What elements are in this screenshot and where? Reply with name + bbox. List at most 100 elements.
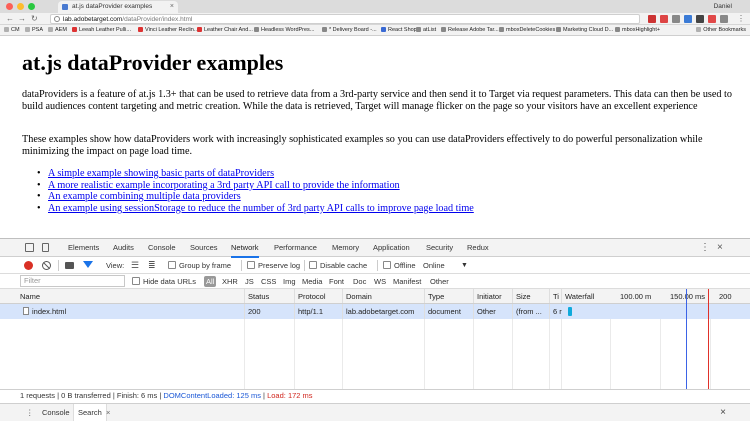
bookmark-item[interactable]: mboxDeleteCookies: [499, 25, 555, 35]
tab-console[interactable]: Console: [148, 239, 176, 257]
back-arrow-icon[interactable]: ←: [6, 13, 14, 25]
type-filter-doc[interactable]: Doc: [353, 274, 366, 289]
forward-arrow-icon[interactable]: →: [18, 13, 26, 25]
bookmark-item[interactable]: mboxHighlight+: [615, 25, 660, 35]
maximize-window-button[interactable]: [28, 3, 35, 10]
large-rows-icon[interactable]: ☰: [131, 257, 139, 274]
bookmark-item[interactable]: Headless WordPres...: [254, 25, 314, 35]
filter-icon[interactable]: [83, 261, 93, 268]
waterfall-gridline: [710, 319, 711, 389]
type-filter-manifest[interactable]: Manifest: [393, 274, 421, 289]
column-divider: [473, 319, 474, 389]
url-host: lab.adobetarget.com: [63, 16, 123, 23]
bookmark-item[interactable]: Leather Chair And...: [197, 25, 253, 35]
tab-audits[interactable]: Audits: [113, 239, 134, 257]
bookmark-item[interactable]: Leeah Leather Pulli...: [72, 25, 131, 35]
group-by-frame-checkbox[interactable]: [168, 261, 176, 269]
drawer-menu-icon[interactable]: ⋮: [26, 404, 34, 421]
column-header-protocol[interactable]: Protocol: [294, 289, 343, 303]
type-filter-media[interactable]: Media: [302, 274, 322, 289]
bookmark-item[interactable]: CM: [4, 25, 20, 35]
bookmark-item[interactable]: React Shop: [381, 25, 417, 35]
bookmark-item[interactable]: * Delivery Board -...: [322, 25, 377, 35]
tab-security[interactable]: Security: [426, 239, 453, 257]
column-divider: [294, 319, 295, 389]
column-header-domain[interactable]: Domain: [342, 289, 425, 303]
drawer-tab-search[interactable]: Search: [73, 404, 107, 421]
tab-network[interactable]: Network: [231, 239, 259, 258]
reload-icon[interactable]: ↻: [31, 13, 38, 25]
example-link[interactable]: An example using sessionStorage to reduc…: [48, 203, 474, 214]
tab-close-icon[interactable]: ×: [170, 1, 174, 13]
type-filter-ws[interactable]: WS: [374, 274, 386, 289]
column-header-name[interactable]: Name: [17, 289, 245, 303]
extension-icon[interactable]: [696, 15, 704, 23]
request-name-cell: index.html: [17, 304, 245, 319]
example-link[interactable]: A more realistic example incorporating a…: [48, 180, 400, 191]
extension-icon[interactable]: [684, 15, 692, 23]
device-toolbar-icon[interactable]: [42, 243, 49, 252]
bookmark-item[interactable]: Marketing Cloud D...: [556, 25, 613, 35]
capture-screenshots-icon[interactable]: [65, 262, 74, 269]
list-item: A more realistic example incorporating a…: [48, 180, 474, 192]
column-header-status[interactable]: Status: [244, 289, 295, 303]
close-window-button[interactable]: [6, 3, 13, 10]
tab-performance[interactable]: Performance: [274, 239, 317, 257]
type-filter-other[interactable]: Other: [430, 274, 449, 289]
extension-icon[interactable]: [720, 15, 728, 23]
drawer-tab-close-icon[interactable]: ×: [106, 404, 110, 421]
tab-memory[interactable]: Memory: [332, 239, 359, 257]
browser-tab[interactable]: at.js dataProvider examples ×: [58, 1, 178, 13]
tab-redux[interactable]: Redux: [467, 239, 489, 257]
browser-tab-title: at.js dataProvider examples: [72, 3, 153, 10]
tab-application[interactable]: Application: [373, 239, 410, 257]
column-header-size[interactable]: Size: [512, 289, 550, 303]
type-filter-css[interactable]: CSS: [261, 274, 276, 289]
toolbar-divider: [58, 260, 59, 271]
tab-elements[interactable]: Elements: [68, 239, 99, 257]
record-icon[interactable]: [24, 261, 33, 270]
inspect-element-icon[interactable]: [25, 243, 34, 252]
preserve-log-checkbox[interactable]: [247, 261, 255, 269]
example-link[interactable]: An example combining multiple data provi…: [48, 191, 241, 202]
drawer-tab-console[interactable]: Console: [42, 404, 70, 421]
type-filter-img[interactable]: Img: [283, 274, 296, 289]
bookmark-item[interactable]: atList: [416, 25, 436, 35]
extension-icon[interactable]: [648, 15, 656, 23]
offline-checkbox[interactable]: [383, 261, 391, 269]
extension-icon[interactable]: [708, 15, 716, 23]
bookmark-item[interactable]: AEM: [48, 25, 67, 35]
example-link[interactable]: A simple example showing basic parts of …: [48, 168, 274, 179]
chevron-down-icon[interactable]: ▼: [461, 257, 468, 274]
disable-cache-checkbox[interactable]: [309, 261, 317, 269]
hide-data-urls-checkbox[interactable]: [132, 277, 140, 285]
type-filter-js[interactable]: JS: [245, 274, 254, 289]
other-bookmarks[interactable]: Other Bookmarks: [696, 25, 746, 35]
devtools-menu-icon[interactable]: ⋮: [700, 239, 710, 257]
overview-icon[interactable]: ≣: [148, 257, 156, 274]
table-header: Name Status Protocol Domain Type Initiat…: [0, 289, 750, 304]
clear-icon[interactable]: [42, 261, 51, 270]
tab-sources[interactable]: Sources: [190, 239, 218, 257]
table-row[interactable]: index.html 200 http/1.1 lab.adobetarget.…: [0, 304, 750, 319]
bookmark-item[interactable]: PSA: [25, 25, 43, 35]
address-bar[interactable]: lab.adobetarget.com/dataProvider/index.h…: [50, 14, 640, 24]
throttling-select[interactable]: Online: [423, 257, 445, 274]
site-info-icon[interactable]: [54, 16, 60, 22]
extension-icon[interactable]: [672, 15, 680, 23]
column-header-waterfall[interactable]: Waterfall: [561, 289, 617, 303]
devtools-close-icon[interactable]: ×: [717, 239, 723, 257]
column-header-type[interactable]: Type: [424, 289, 474, 303]
type-filter-all[interactable]: All: [204, 276, 217, 287]
drawer-close-icon[interactable]: ×: [720, 404, 726, 421]
menu-kebab-icon[interactable]: ⋮: [737, 13, 745, 25]
bookmark-item[interactable]: Vinci Leather Reclin...: [138, 25, 198, 35]
extension-icon[interactable]: [660, 15, 668, 23]
column-header-initiator[interactable]: Initiator: [473, 289, 513, 303]
filter-input[interactable]: Filter: [20, 275, 125, 287]
type-filter-xhr[interactable]: XHR: [222, 274, 238, 289]
minimize-window-button[interactable]: [17, 3, 24, 10]
type-filter-font[interactable]: Font: [329, 274, 344, 289]
bookmark-item[interactable]: Release Adobe Tar...: [441, 25, 499, 35]
profile-name[interactable]: Daniel: [714, 0, 732, 13]
